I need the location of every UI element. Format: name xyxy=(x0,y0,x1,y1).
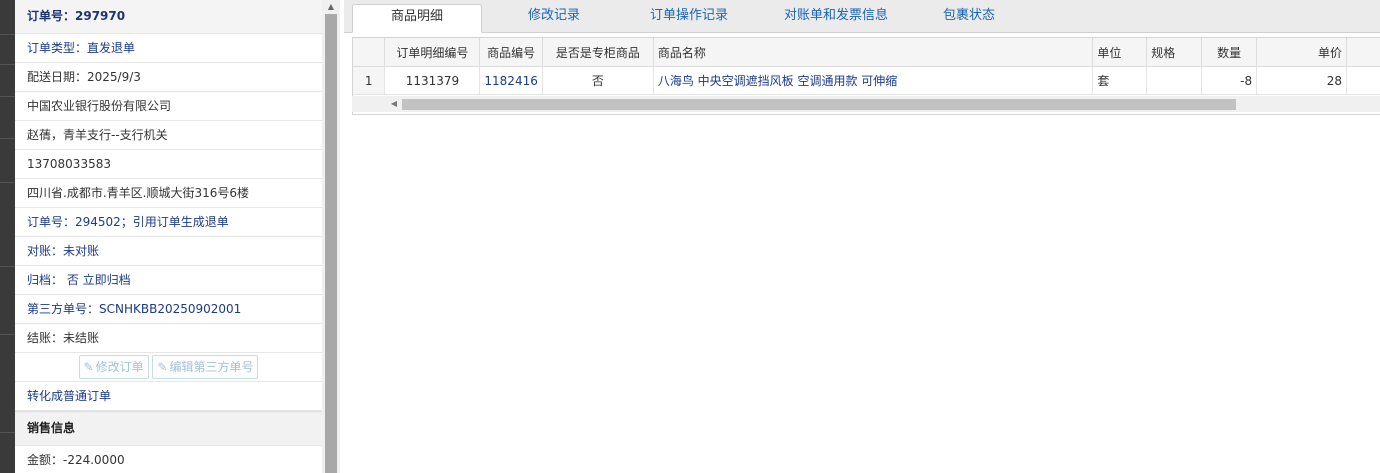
tab-order-operation-log[interactable]: 订单操作记录 xyxy=(634,4,744,32)
tab-product-details[interactable]: 商品明细 xyxy=(352,4,482,33)
scrollbar-thumb[interactable] xyxy=(325,14,337,473)
unit-price-cell: 28 xyxy=(1256,66,1347,95)
phone-number: 13708033583 xyxy=(15,150,322,179)
tab-statement-invoice[interactable]: 对账单和发票信息 xyxy=(766,4,906,32)
order-number-title: 订单号：297970 xyxy=(15,0,322,34)
column-header[interactable]: 规格 xyxy=(1146,38,1203,67)
reconcile-status: 对账：未对账 xyxy=(15,237,322,266)
pencil-square-icon: ✎ xyxy=(83,360,94,374)
action-buttons: ✎ 修改订单 ✎ 编辑第三方单号 xyxy=(15,353,322,382)
column-header-overflow xyxy=(1346,38,1380,67)
scrollbar-thumb[interactable] xyxy=(402,99,1236,110)
grid-horizontal-scrollbar[interactable]: ◀ xyxy=(352,96,1380,112)
table-row[interactable]: 1 1131379 1182416 否 八海鸟 中央空调遮挡风板 空调通用款 可… xyxy=(353,66,1380,95)
edit-order-button[interactable]: ✎ 修改订单 xyxy=(78,355,149,379)
tab-modification-log[interactable]: 修改记录 xyxy=(504,4,604,32)
company-name: 中国农业银行股份有限公司 xyxy=(15,92,322,121)
column-header[interactable]: 数量 xyxy=(1201,38,1258,67)
archive-status[interactable]: 归档： 否 立即归档 xyxy=(15,266,322,295)
product-name-link[interactable]: 八海鸟 中央空调遮挡风板 空调通用款 可伸缩 xyxy=(653,66,1094,95)
column-header[interactable]: 商品编号 xyxy=(479,38,543,67)
unit-cell: 套 xyxy=(1092,66,1148,95)
edit-third-party-button[interactable]: ✎ 编辑第三方单号 xyxy=(152,355,259,379)
convert-to-normal-order-link[interactable]: 转化成普通订单 xyxy=(15,382,322,411)
window-edge xyxy=(0,0,15,473)
grid-header-row: 订单明细编号 商品编号 是否是专柜商品 商品名称 单位 规格 数量 单价 xyxy=(353,38,1380,67)
edit-order-label: 修改订单 xyxy=(95,360,144,374)
overflow-cell xyxy=(1346,66,1380,95)
detail-tabs: 商品明细 修改记录 订单操作记录 对账单和发票信息 包裹状态 xyxy=(344,0,1380,33)
delivery-address: 四川省.成都市.青羊区.顺城大街316号6楼 xyxy=(15,179,322,208)
row-number-header xyxy=(353,38,386,67)
delivery-date: 配送日期：2025/9/3 xyxy=(15,63,322,92)
column-header[interactable]: 商品名称 xyxy=(653,38,1094,67)
sales-amount: 金额：-224.0000 xyxy=(15,446,322,473)
detail-id-cell: 1131379 xyxy=(384,66,481,95)
column-header[interactable]: 是否是专柜商品 xyxy=(542,38,654,67)
column-header[interactable]: 单位 xyxy=(1092,38,1148,67)
settle-status: 结账：未结账 xyxy=(15,324,322,353)
left-panel-scrollbar[interactable]: ▲ xyxy=(322,0,340,473)
column-header[interactable]: 单价 xyxy=(1256,38,1347,67)
order-type: 订单类型：直发退单 xyxy=(15,34,322,63)
row-number: 1 xyxy=(353,66,386,95)
spec-cell xyxy=(1146,66,1203,95)
pencil-square-icon: ✎ xyxy=(157,360,168,374)
product-id-link[interactable]: 1182416 xyxy=(479,66,543,95)
order-info-panel: 订单号：297970 订单类型：直发退单 配送日期：2025/9/3 中国农业银… xyxy=(15,0,323,473)
quantity-cell: -8 xyxy=(1201,66,1258,95)
contact-person: 赵蒨，青羊支行--支行机关 xyxy=(15,121,322,150)
column-header[interactable]: 订单明细编号 xyxy=(384,38,481,67)
triangle-left-icon[interactable]: ◀ xyxy=(387,96,401,112)
tab-package-status[interactable]: 包裹状态 xyxy=(924,4,1014,32)
sales-info-section-title: 销售信息 xyxy=(15,411,322,446)
edit-third-party-label: 编辑第三方单号 xyxy=(169,360,254,374)
triangle-up-icon[interactable]: ▲ xyxy=(322,0,340,14)
third-party-number: 第三方单号：SCNHKBB20250902001 xyxy=(15,295,322,324)
is-counter-cell: 否 xyxy=(542,66,654,95)
reference-order: 订单号：294502；引用订单生成退单 xyxy=(15,208,322,237)
